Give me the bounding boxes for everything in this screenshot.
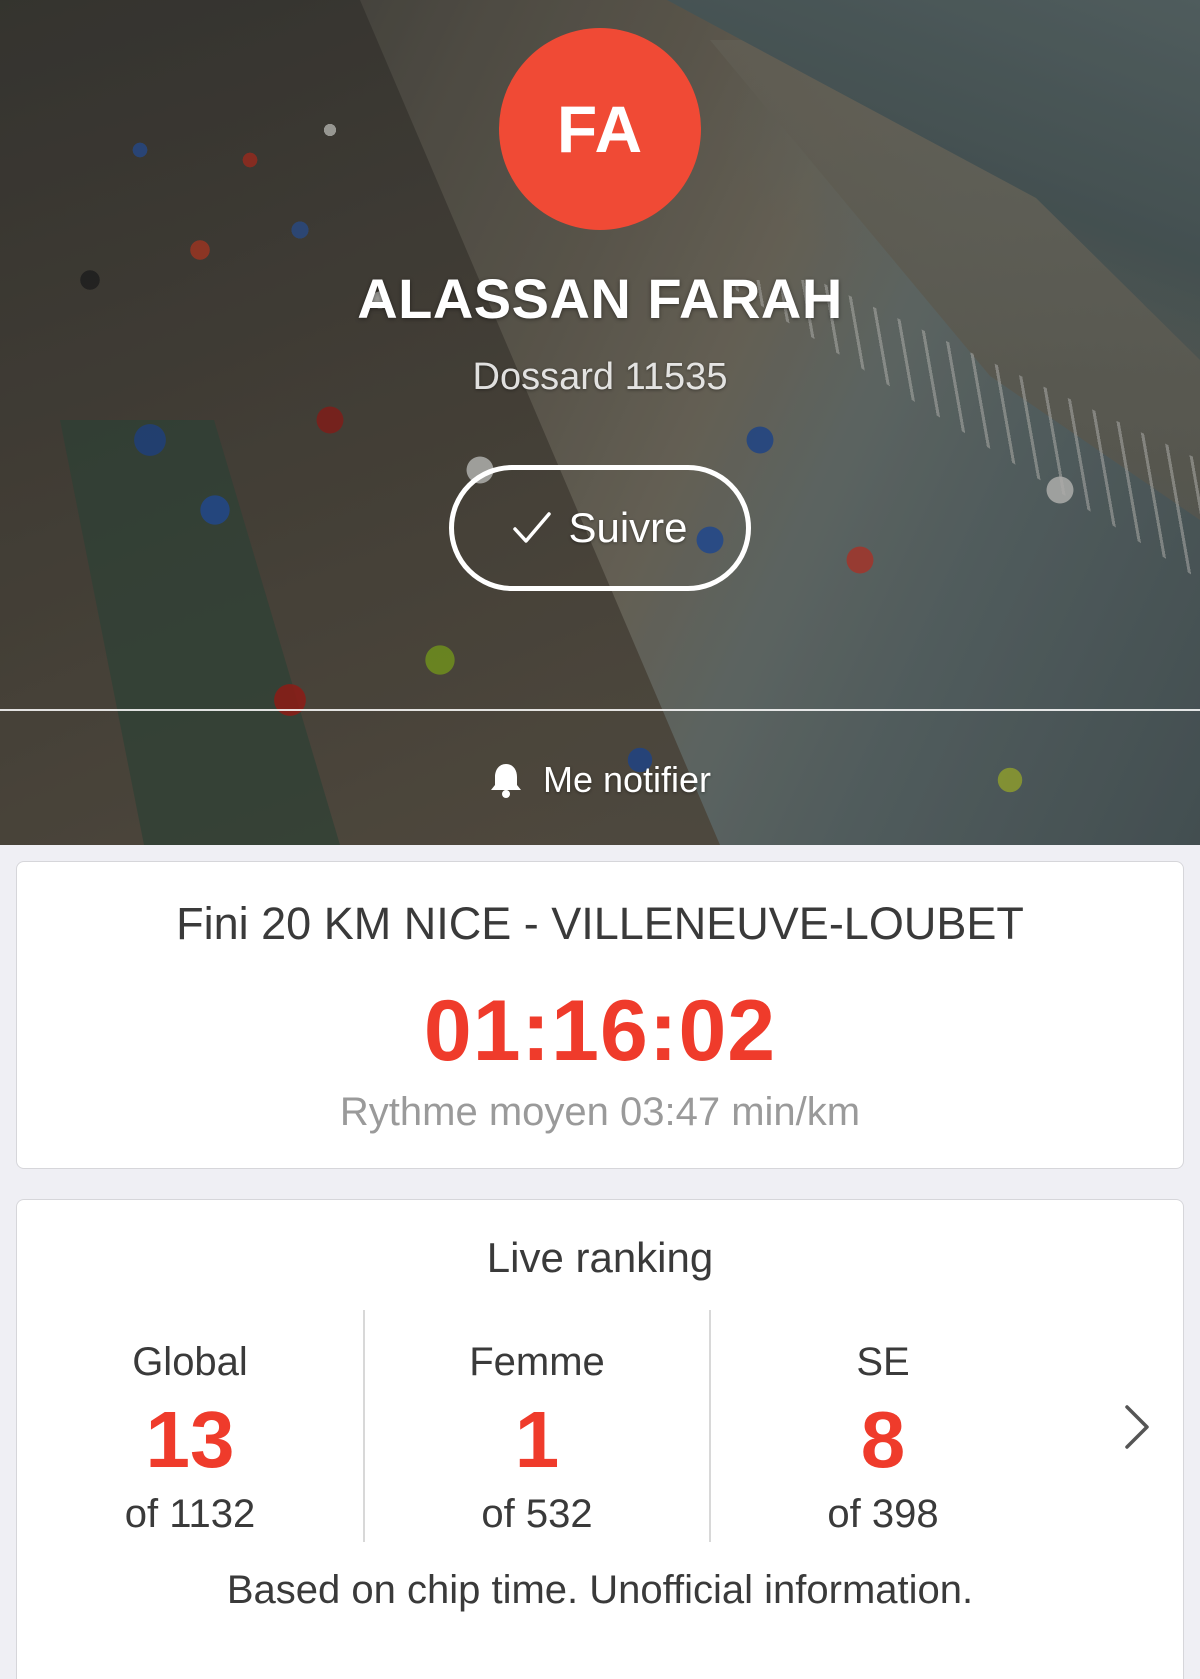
bell-icon [489,762,523,798]
runner-name: ALASSAN FARAH [357,267,843,330]
rank-global: Global 13 of 1132 [17,1310,363,1542]
avatar: FA [499,28,701,230]
ranking-card[interactable]: Live ranking Global 13 of 1132 Femme 1 o… [16,1199,1184,1679]
rank-value: 13 [145,1395,235,1484]
rank-value: 1 [514,1395,560,1484]
bib-number: Dossard 11535 [472,356,728,398]
rank-femme: Femme 1 of 532 [363,1310,709,1542]
result-card: Fini 20 KM NICE - VILLENEUVE-LOUBET 01:1… [16,861,1184,1169]
rank-label: Femme [469,1340,605,1384]
follow-label: Suivre [568,504,688,551]
rank-label: SE [856,1340,910,1384]
rank-total: of 398 [827,1492,939,1536]
race-title: Fini 20 KM NICE - VILLENEUVE-LOUBET [176,898,1024,949]
follow-button[interactable]: Suivre [449,465,751,591]
rank-total: of 1132 [124,1492,256,1536]
ranking-title: Live ranking [486,1234,714,1281]
finish-time: 01:16:02 [423,983,777,1079]
ranking-disclaimer: Based on chip time. Unofficial informati… [226,1568,974,1612]
average-pace: Rythme moyen 03:47 min/km [339,1090,861,1134]
divider [0,709,1200,711]
rank-category: SE 8 of 398 [709,1310,1055,1542]
profile-header: FA ALASSAN FARAH Dossard 11535 Suivre Me… [0,0,1200,845]
chevron-right-icon[interactable] [1117,1397,1157,1457]
ranking-columns: Global 13 of 1132 Femme 1 of 532 SE 8 of… [17,1310,1057,1542]
notify-label: Me notifier [542,759,712,800]
rank-total: of 532 [481,1492,593,1536]
notify-button[interactable]: Me notifier [0,750,1200,810]
rank-value: 8 [860,1395,906,1484]
check-icon [512,510,552,546]
rank-label: Global [132,1340,248,1384]
